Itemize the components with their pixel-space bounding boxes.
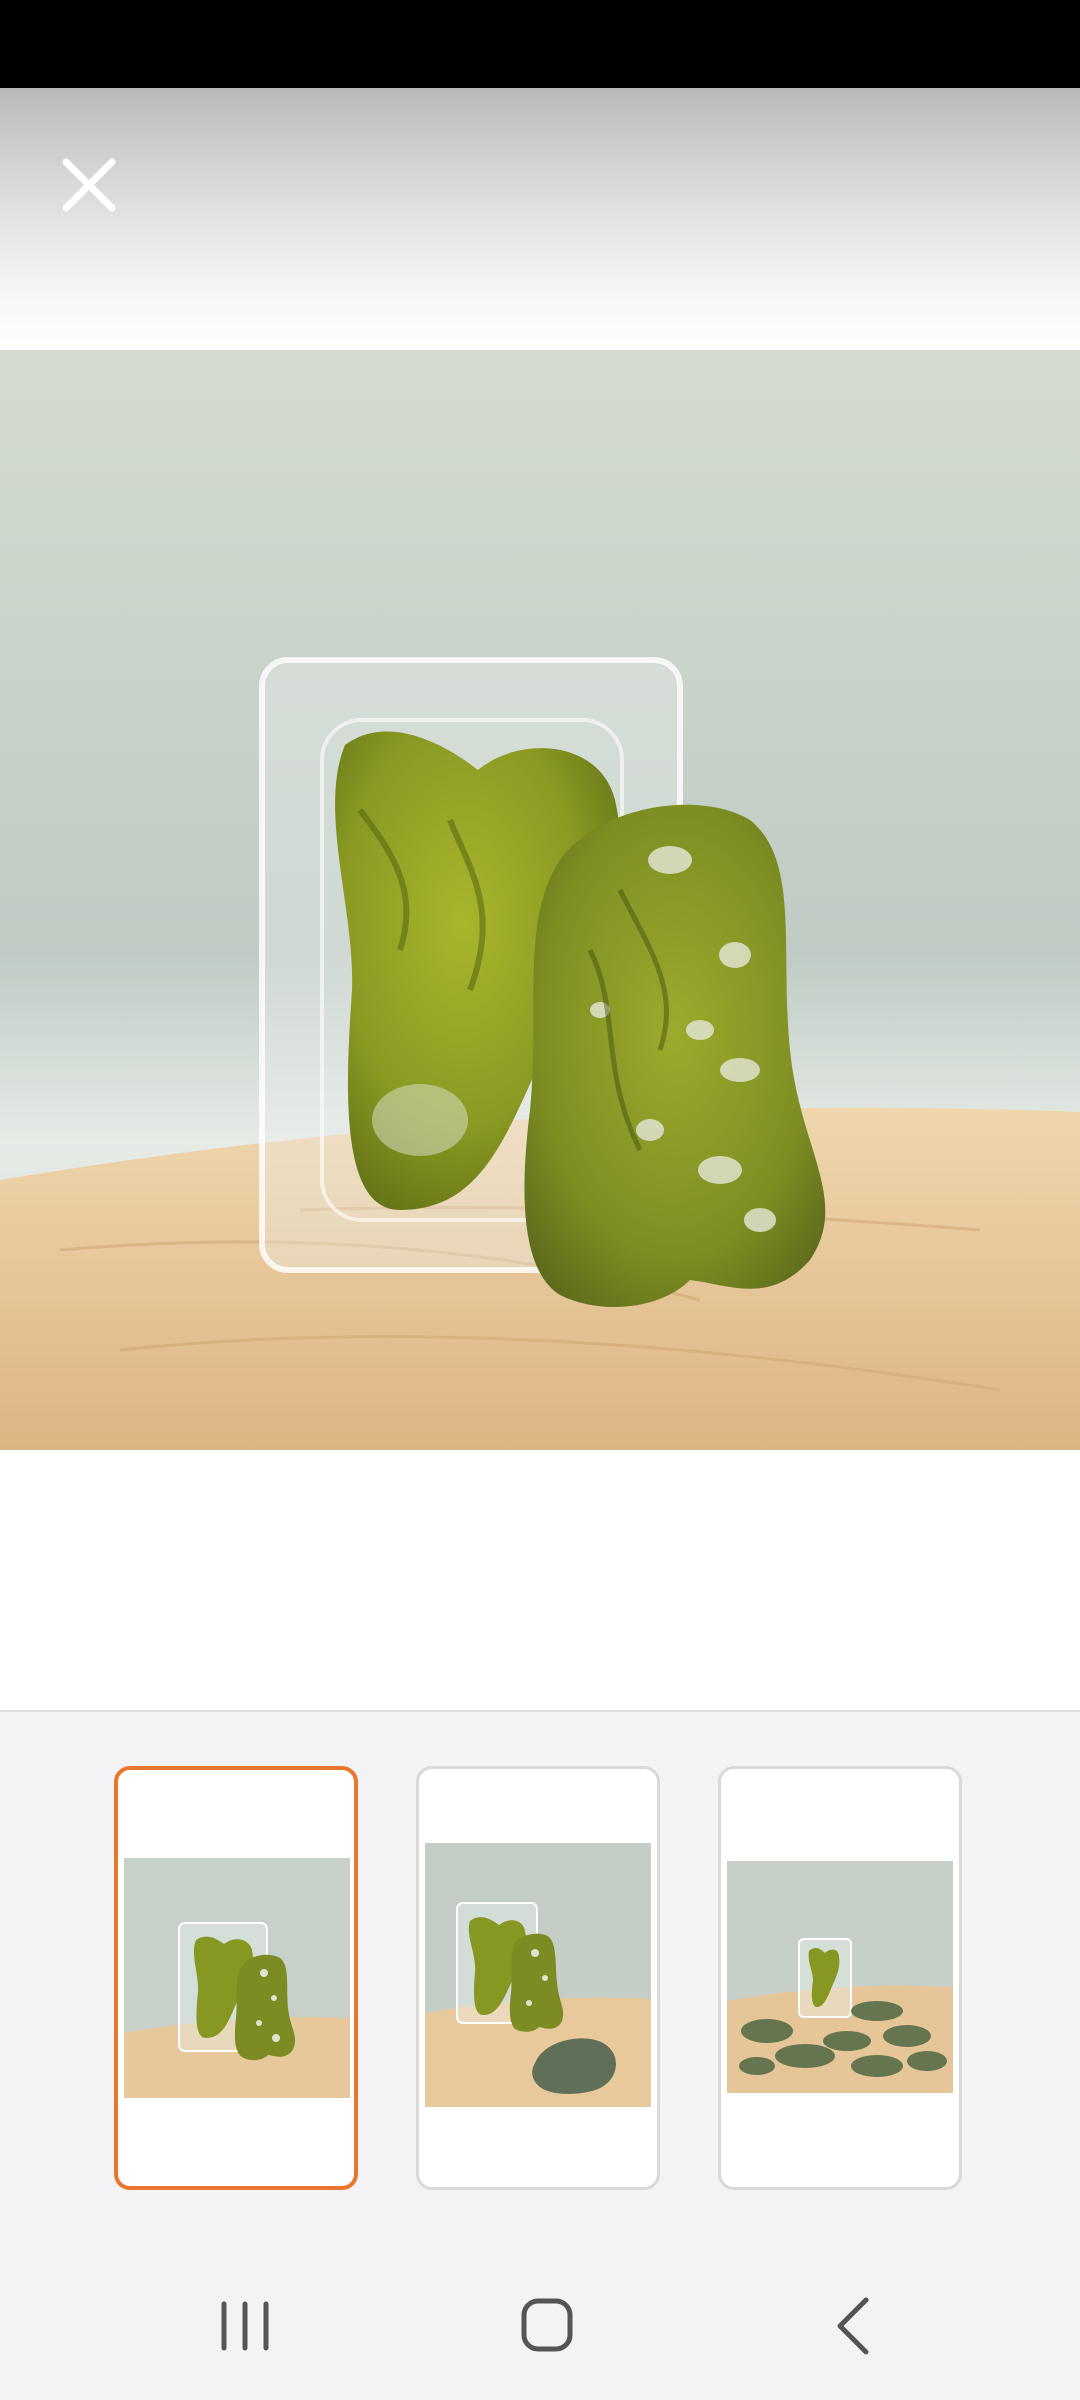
status-bar (0, 0, 1080, 88)
gua-sha-photo (0, 350, 1080, 1450)
recent-apps-button[interactable] (200, 2290, 290, 2362)
home-button[interactable] (502, 2290, 592, 2362)
back-icon (837, 2297, 869, 2355)
top-scrim (0, 88, 1080, 350)
thumbnail-3[interactable] (718, 1766, 962, 2190)
thumbnail-1-image (124, 1858, 350, 2098)
thumbnail-2[interactable] (416, 1766, 660, 2190)
close-icon (62, 158, 116, 212)
thumbnail-1[interactable] (114, 1766, 358, 2190)
home-icon (521, 2298, 573, 2352)
thumbnail-3-image (727, 1861, 953, 2093)
thumbnail-2-image (425, 1843, 651, 2107)
recent-apps-icon (221, 2301, 269, 2351)
main-product-image[interactable] (0, 350, 1080, 1450)
back-button[interactable] (808, 2290, 898, 2362)
close-button[interactable] (54, 150, 124, 220)
